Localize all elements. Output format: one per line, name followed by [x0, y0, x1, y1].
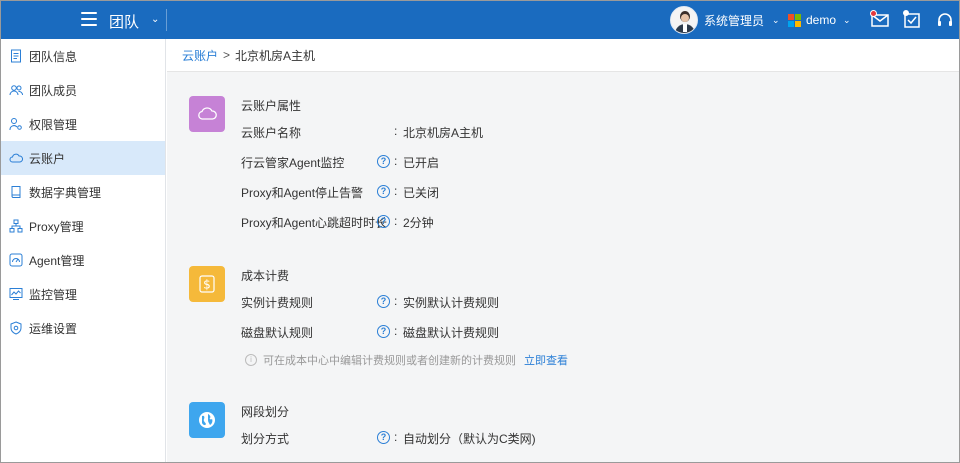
section-title: 成本计费 [241, 269, 290, 283]
chevron-down-icon: ⌄ [772, 14, 780, 25]
sidebar-item-data-dictionary[interactable]: 数据字典管理 [1, 175, 165, 209]
svg-text:$: $ [203, 278, 211, 292]
sidebar-item-label: 权限管理 [29, 117, 78, 132]
username: 系统管理员 [704, 13, 765, 28]
property-colon: : [394, 124, 398, 138]
property-colon: : [394, 154, 398, 168]
sidebar-item-label: 监控管理 [29, 287, 78, 302]
sidebar-item-team-members[interactable]: 团队成员 [1, 73, 165, 107]
sidebar-item-label: 数据字典管理 [29, 185, 102, 200]
task-icon[interactable] [902, 10, 922, 30]
breadcrumb-link-cloud-account[interactable]: 云账户 [182, 47, 218, 64]
topbar-divider [166, 9, 167, 31]
document-icon [9, 49, 23, 63]
org-name: demo [806, 13, 837, 27]
network-nodes-icon [9, 219, 23, 233]
sidebar-item-label: Proxy管理 [29, 219, 84, 234]
help-icon[interactable]: ? [377, 325, 390, 338]
property-label: Proxy和Agent心跳超时时长 [241, 216, 388, 230]
property-label: 云账户名称 [241, 126, 302, 140]
chevron-down-icon: ⌄ [843, 14, 851, 25]
sidebar-item-agent[interactable]: Agent管理 [1, 243, 165, 277]
dollar-icon: $ [189, 266, 225, 302]
team-title[interactable]: 团队 [109, 11, 139, 32]
sidebar-item-permissions[interactable]: 权限管理 [1, 107, 165, 141]
property-label: 划分方式 [241, 432, 290, 446]
user-key-icon [9, 117, 23, 131]
avatar [670, 6, 698, 34]
breadcrumb-separator: > [223, 48, 231, 62]
property-label: Proxy和Agent停止告警 [241, 186, 364, 200]
cloud-icon [189, 96, 225, 132]
org-switcher[interactable]: demo ⌄ [788, 13, 851, 27]
property-colon: : [394, 294, 398, 308]
sidebar-item-cloud-account[interactable]: 云账户 [1, 141, 165, 175]
help-icon[interactable]: ? [377, 431, 390, 444]
property-value: 已开启 [403, 156, 440, 170]
property-value: 已关闭 [403, 186, 440, 200]
property-value: 磁盘默认计费规则 [403, 326, 500, 340]
help-icon[interactable]: ? [377, 185, 390, 198]
org-logo-icon [788, 13, 801, 27]
globe-icon [189, 402, 225, 438]
property-value: 北京机房A主机 [403, 126, 484, 140]
notification-badge [870, 10, 877, 17]
chevron-down-icon[interactable]: ⌄ [151, 14, 159, 25]
property-label: 实例计费规则 [241, 296, 314, 310]
menu-icon[interactable] [81, 12, 97, 26]
billing-note: i 可在成本中心中编辑计费规则或者创建新的计费规则 立即查看 [245, 352, 568, 368]
task-badge [903, 10, 909, 16]
sidebar-item-label: 团队信息 [29, 49, 78, 64]
breadcrumb-current: 北京机房A主机 [235, 48, 316, 63]
help-icon[interactable]: ? [377, 215, 390, 228]
section-title: 云账户属性 [241, 99, 302, 113]
headset-icon[interactable] [935, 10, 955, 30]
property-value: 实例默认计费规则 [403, 296, 500, 310]
top-bar: 团队 ⌄ 系统管理员 ⌄ demo ⌄ [1, 1, 959, 39]
help-icon[interactable]: ? [377, 295, 390, 308]
sidebar-item-team-info[interactable]: 团队信息 [1, 39, 165, 73]
info-icon: i [245, 354, 257, 366]
sidebar-item-monitoring[interactable]: 监控管理 [1, 277, 165, 311]
cloud-icon [9, 151, 23, 165]
note-text: 可在成本中心中编辑计费规则或者创建新的计费规则 [263, 355, 516, 367]
breadcrumb: 云账户 > 北京机房A主机 [167, 39, 959, 72]
view-now-link[interactable]: 立即查看 [524, 352, 568, 368]
sidebar-item-proxy[interactable]: Proxy管理 [1, 209, 165, 243]
users-icon [9, 83, 23, 97]
property-colon: : [394, 214, 398, 228]
property-label: 行云管家Agent监控 [241, 156, 345, 170]
sidebar: 团队信息 团队成员 权限管理 云账户 数据字典管理 Proxy管理 Agent管… [1, 39, 166, 462]
sidebar-item-label: 云账户 [29, 151, 66, 166]
property-label: 磁盘默认规则 [241, 326, 314, 340]
app-window: 团队 ⌄ 系统管理员 ⌄ demo ⌄ 团队信息 团队成员 权限管理 云账户 数… [0, 0, 960, 463]
section-title: 网段划分 [241, 405, 290, 419]
sidebar-item-ops-settings[interactable]: 运维设置 [1, 311, 165, 345]
property-colon: : [394, 184, 398, 198]
user-menu[interactable]: 系统管理员 ⌄ [670, 6, 780, 34]
property-colon: : [394, 324, 398, 338]
shield-gear-icon [9, 321, 23, 335]
property-value: 2分钟 [403, 216, 434, 230]
monitor-chart-icon [9, 287, 23, 301]
help-icon[interactable]: ? [377, 155, 390, 168]
sidebar-item-label: Agent管理 [29, 253, 85, 268]
message-icon[interactable] [870, 10, 890, 30]
sidebar-item-label: 团队成员 [29, 83, 78, 98]
property-colon: : [394, 430, 398, 444]
sidebar-item-label: 运维设置 [29, 321, 78, 336]
main-content: 云账户 > 北京机房A主机 云账户属性 云账户名称 : 北京机房A主机 行云管家… [167, 39, 959, 462]
agent-icon [9, 253, 23, 267]
property-value: 自动划分（默认为C类网) [403, 432, 536, 446]
book-icon [9, 185, 23, 199]
